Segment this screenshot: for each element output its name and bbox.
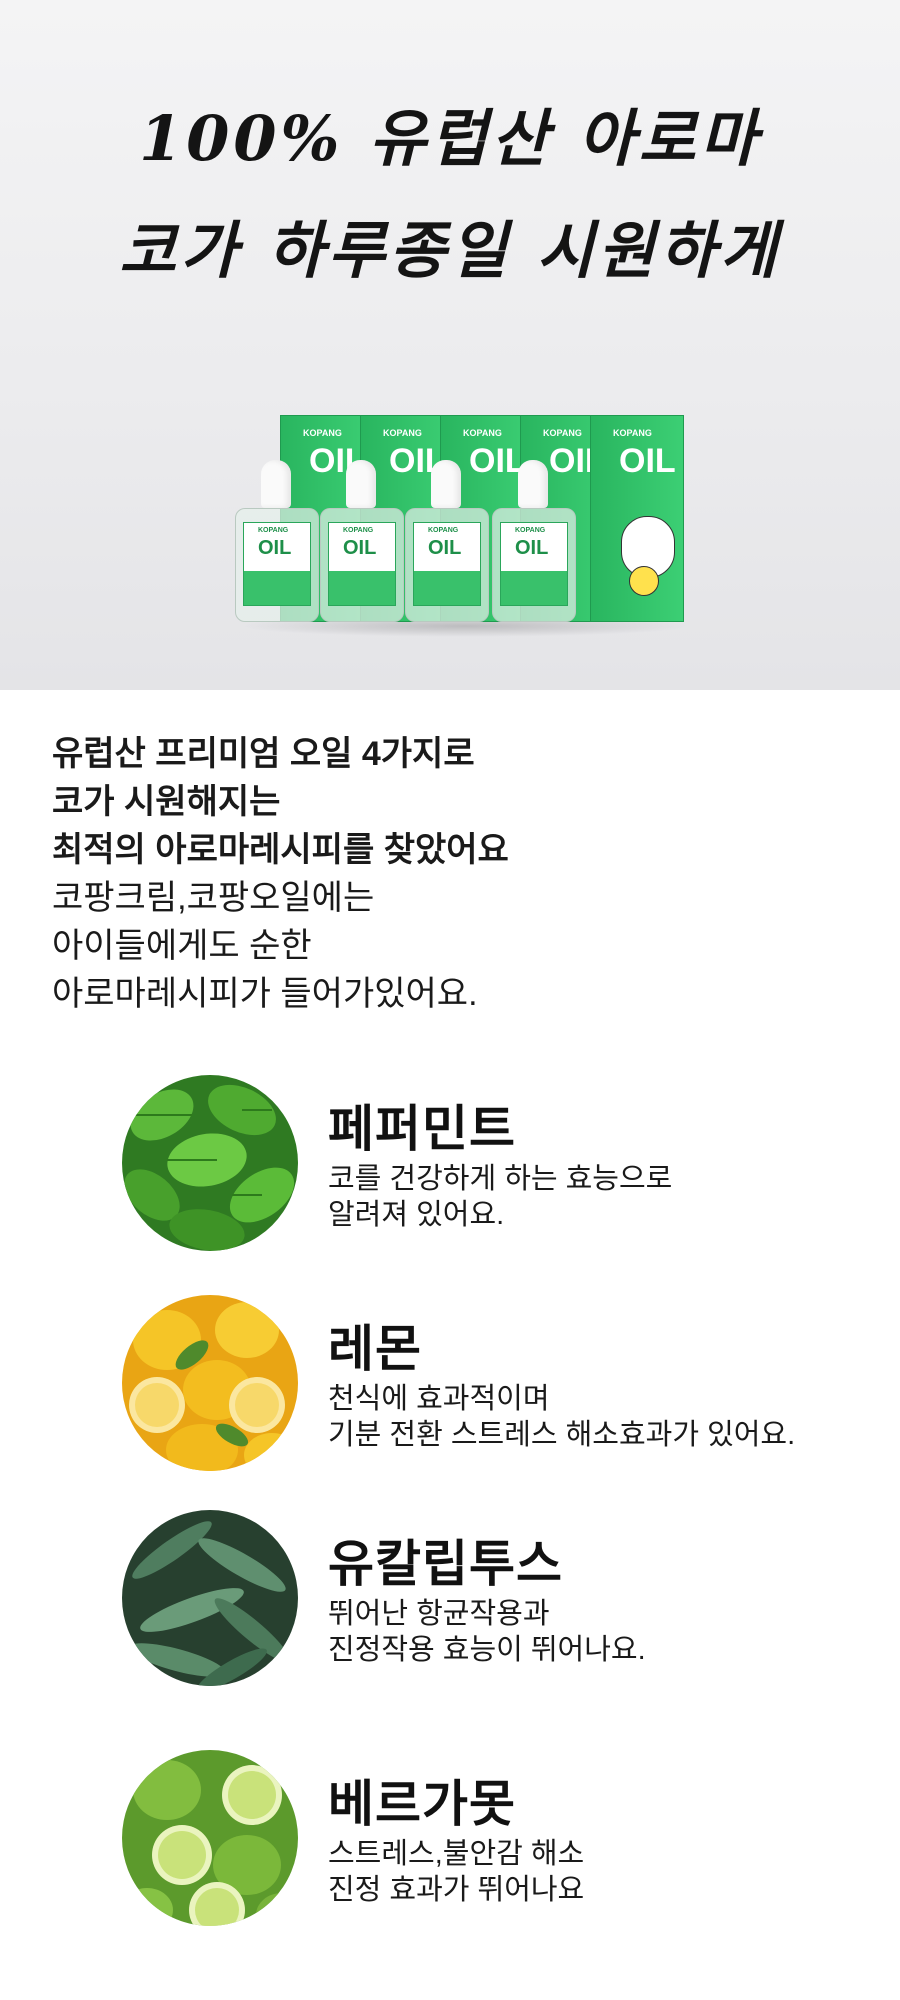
bottle-label: KOPANG OIL bbox=[243, 522, 311, 606]
hero-title-line2: 코가 하루종일 시원하게 bbox=[119, 214, 781, 287]
bottle-label: KOPANG OIL bbox=[328, 522, 396, 606]
ingredient-name: 베르가못 bbox=[328, 1776, 516, 1832]
hero-banner: 100% 유럽산 아로마 코가 하루종일 시원하게 KOPANG OIL KOP… bbox=[0, 0, 900, 690]
intro-bold-line: 최적의 아로마레시피를 찾았어요 bbox=[52, 831, 509, 869]
ingredient-description: 뛰어난 항균작용과 진정작용 효능이 뛰어나요. bbox=[328, 1596, 646, 1668]
mint-leaves-image bbox=[122, 1075, 298, 1251]
bottle-label: KOPANG OIL bbox=[413, 522, 481, 606]
intro-regular-line: 아이들에게도 순한 bbox=[52, 927, 312, 965]
ingredient-description: 천식에 효과적이며 기분 전환 스트레스 해소효과가 있어요. bbox=[328, 1381, 795, 1453]
ingredient-name: 유칼립투스 bbox=[328, 1536, 563, 1592]
box-brand-text: KOPANG bbox=[613, 428, 652, 438]
bottle-label: KOPANG OIL bbox=[500, 522, 568, 606]
intro-regular-line: 아로마레시피가 들어가있어요. bbox=[52, 975, 478, 1013]
desc-line: 스트레스,불안감 해소 bbox=[328, 1838, 585, 1870]
label-oil-text: OIL bbox=[515, 537, 549, 559]
bergamot-image bbox=[122, 1750, 298, 1926]
lemons-image bbox=[122, 1295, 298, 1471]
desc-line: 진정작용 효능이 뛰어나요. bbox=[328, 1634, 646, 1666]
smiley-face-icon bbox=[629, 566, 659, 596]
label-brand-text: KOPANG bbox=[515, 527, 546, 534]
desc-line: 알려져 있어요. bbox=[328, 1199, 505, 1231]
dropper-cap bbox=[431, 460, 461, 508]
dropper-cap bbox=[346, 460, 376, 508]
label-stripe bbox=[501, 571, 567, 605]
dropper-bottle: KOPANG OIL bbox=[492, 460, 576, 622]
ingredient-name: 레몬 bbox=[328, 1321, 422, 1377]
dropper-bottle: KOPANG OIL bbox=[405, 460, 489, 622]
box-brand-text: KOPANG bbox=[383, 428, 422, 438]
dropper-bottle: KOPANG OIL bbox=[320, 460, 404, 622]
ingredient-eucalyptus: 유칼립투스 뛰어난 항균작용과 진정작용 효능이 뛰어나요. bbox=[122, 1510, 842, 1690]
label-oil-text: OIL bbox=[428, 537, 462, 559]
dropper-cap bbox=[518, 460, 548, 508]
label-stripe bbox=[329, 571, 395, 605]
box-brand-text: KOPANG bbox=[543, 428, 582, 438]
dropper-cap bbox=[261, 460, 291, 508]
label-stripe bbox=[414, 571, 480, 605]
label-brand-text: KOPANG bbox=[258, 527, 289, 534]
ingredient-peppermint: 페퍼민트 코를 건강하게 하는 효능으로 알려져 있어요. bbox=[122, 1075, 842, 1255]
label-stripe bbox=[244, 571, 310, 605]
label-oil-text: OIL bbox=[258, 537, 292, 559]
label-brand-text: KOPANG bbox=[343, 527, 374, 534]
desc-line: 코를 건강하게 하는 효능으로 bbox=[328, 1163, 673, 1195]
ingredient-description: 코를 건강하게 하는 효능으로 알려져 있어요. bbox=[328, 1161, 672, 1233]
desc-line: 뛰어난 항균작용과 bbox=[328, 1598, 550, 1630]
label-brand-text: KOPANG bbox=[428, 527, 459, 534]
hero-title-line1: 100% 유럽산 아로마 bbox=[139, 102, 761, 175]
intro-bold-line: 유럽산 프리미엄 오일 4가지로 bbox=[52, 735, 475, 773]
intro-bold-line: 코가 시원해지는 bbox=[52, 783, 281, 821]
box-oil-text: OIL bbox=[619, 442, 676, 480]
product-box: KOPANG OIL bbox=[590, 415, 684, 622]
desc-line: 기분 전환 스트레스 해소효과가 있어요. bbox=[328, 1419, 796, 1451]
ingredient-description: 스트레스,불안감 해소 진정 효과가 뛰어나요 bbox=[328, 1836, 584, 1908]
label-oil-text: OIL bbox=[343, 537, 377, 559]
desc-line: 천식에 효과적이며 bbox=[328, 1383, 550, 1415]
box-brand-text: KOPANG bbox=[463, 428, 502, 438]
ingredient-bergamot: 베르가못 스트레스,불안감 해소 진정 효과가 뛰어나요 bbox=[122, 1750, 842, 1930]
desc-line: 진정 효과가 뛰어나요 bbox=[328, 1874, 585, 1906]
box-brand-text: KOPANG bbox=[303, 428, 342, 438]
eucalyptus-leaves-image bbox=[122, 1510, 298, 1686]
dropper-bottle: KOPANG OIL bbox=[235, 460, 319, 622]
intro-text: 유럽산 프리미엄 오일 4가지로 코가 시원해지는 최적의 아로마레시피를 찾았… bbox=[52, 730, 509, 1018]
ingredient-name: 페퍼민트 bbox=[328, 1101, 516, 1157]
product-image: KOPANG OIL KOPANG OIL KOPANG OIL KOPANG … bbox=[230, 405, 690, 637]
intro-regular-line: 코팡크림,코팡오일에는 bbox=[52, 879, 375, 917]
ingredient-lemon: 레몬 천식에 효과적이며 기분 전환 스트레스 해소효과가 있어요. bbox=[122, 1295, 842, 1475]
